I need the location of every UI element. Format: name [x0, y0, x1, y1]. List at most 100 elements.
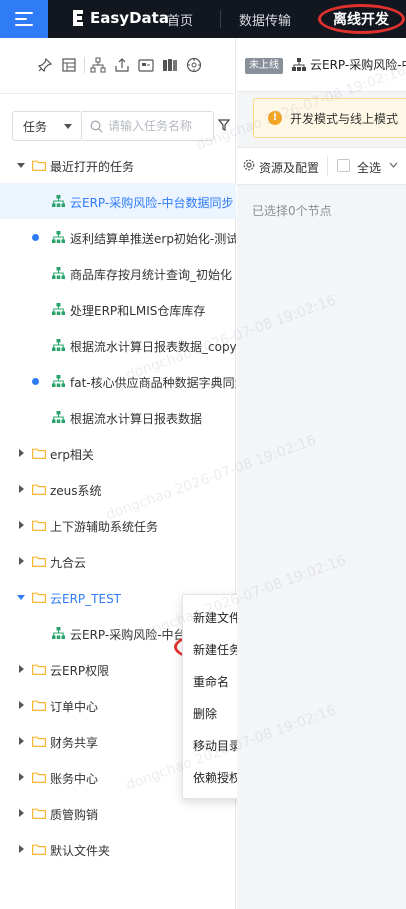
caret-right-icon[interactable]: [19, 737, 24, 745]
select-all-label[interactable]: 全选: [357, 159, 381, 176]
workflow-task-icon: [52, 339, 65, 351]
folder-icon: [32, 808, 46, 819]
task-search-input[interactable]: [108, 119, 208, 133]
tree-folder[interactable]: erp相关: [0, 435, 236, 471]
tree-item-label: 云ERP_TEST: [50, 592, 122, 606]
menu-item-move[interactable]: 移动目录: [193, 737, 241, 754]
menu-item-authorize[interactable]: 依赖授权: [193, 769, 241, 786]
caret-right-icon[interactable]: [19, 701, 24, 709]
select-all-checkbox[interactable]: [337, 159, 350, 172]
tree-folder[interactable]: 默认文件夹: [0, 831, 236, 867]
folder-icon: [32, 772, 46, 783]
notice-text: 开发模式与线上模式: [290, 112, 399, 126]
warning-icon: !: [268, 111, 282, 125]
folder-icon: [32, 700, 46, 711]
tree-item-label: 商品库存按月统计查询_初始化: [70, 268, 233, 282]
menu-item-delete[interactable]: 删除: [193, 705, 217, 722]
workflow-task-icon: [52, 231, 65, 243]
filter-type-select[interactable]: 任务: [12, 111, 82, 141]
tree-task[interactable]: 处理ERP和LMIS仓库库存: [0, 291, 236, 327]
search-icon: [90, 120, 103, 133]
easydata-logo-icon: [73, 10, 83, 26]
menu-toggle-button[interactable]: [0, 0, 48, 38]
top-bar: EasyData 首页 数据传输 离线开发: [0, 0, 406, 38]
tree-item-label: 云ERP权限: [50, 664, 110, 678]
menu-item-rename[interactable]: 重命名: [193, 673, 229, 690]
toolbar-divider: [84, 57, 85, 73]
columns-icon[interactable]: [161, 56, 179, 74]
caret-right-icon[interactable]: [19, 845, 24, 853]
folder-icon: [32, 736, 46, 747]
caret-right-icon[interactable]: [19, 485, 24, 493]
tree-item-label: zeus系统: [50, 484, 102, 498]
unsaved-dot-icon: [32, 234, 39, 241]
pin-icon[interactable]: [36, 56, 54, 74]
nav-divider: [220, 10, 221, 28]
folder-icon: [32, 160, 46, 171]
tree-task[interactable]: 商品库存按月统计查询_初始化: [0, 255, 236, 291]
caret-right-icon[interactable]: [19, 557, 24, 565]
selected-node-count: 已选择0个节点: [252, 204, 332, 218]
layout-icon[interactable]: [60, 56, 78, 74]
image-icon[interactable]: [137, 56, 155, 74]
caret-right-icon[interactable]: [19, 809, 24, 817]
resource-config-button[interactable]: 资源及配置: [259, 159, 319, 176]
tree-task[interactable]: 根据流水计算日报表数据_copy: [0, 327, 236, 363]
folder-icon: [32, 520, 46, 531]
tree-item-label: 云ERP-采购风险-中台: [70, 628, 186, 642]
hierarchy-icon[interactable]: [89, 56, 107, 74]
tree-folder[interactable]: 最近打开的任务: [0, 147, 236, 183]
tree-item-label: 云ERP-采购风险-中台数据同步: [70, 196, 234, 210]
tree-folder[interactable]: zeus系统: [0, 471, 236, 507]
gear-icon: [243, 159, 255, 171]
tree-item-label: 财务共享: [50, 736, 99, 750]
caret-down-icon[interactable]: [17, 595, 25, 600]
workflow-task-icon: [52, 411, 65, 423]
folder-icon: [32, 592, 46, 603]
tree-task[interactable]: fat-核心供应商品种数据字典同步: [0, 363, 236, 399]
folder-icon: [32, 448, 46, 459]
tree-item-label: 九合云: [50, 556, 87, 570]
tree-item-label: 订单中心: [50, 700, 99, 714]
search-box: [82, 111, 214, 141]
tree-folder[interactable]: 九合云: [0, 543, 236, 579]
status-badge: 未上线: [245, 58, 283, 74]
upload-icon[interactable]: [113, 56, 131, 74]
caret-right-icon[interactable]: [19, 773, 24, 781]
nav-offline-dev[interactable]: 离线开发: [333, 9, 389, 29]
tree-item-label: fat-核心供应商品种数据字典同步: [70, 376, 236, 390]
chevron-down-icon: [64, 124, 72, 129]
caret-right-icon[interactable]: [19, 449, 24, 457]
task-title: 云ERP-采购风险-中: [310, 58, 406, 72]
compass-icon[interactable]: [185, 56, 203, 74]
tree-task[interactable]: 返利结算单推送erp初始化-测试: [0, 219, 236, 255]
nav-home[interactable]: 首页: [167, 10, 193, 29]
tree-task[interactable]: 云ERP-采购风险-中台数据同步: [0, 183, 236, 219]
workflow-task-icon: [52, 627, 65, 639]
folder-icon: [32, 556, 46, 567]
unsaved-dot-icon: [32, 378, 39, 385]
folder-icon: [32, 664, 46, 675]
workflow-task-icon: [52, 375, 65, 387]
workflow-task-icon: [52, 303, 65, 315]
panel-divider: [0, 93, 236, 94]
tree-item-label: 根据流水计算日报表数据: [70, 412, 203, 426]
caret-right-icon[interactable]: [19, 521, 24, 529]
folder-icon: [32, 844, 46, 855]
tree-task[interactable]: 根据流水计算日报表数据: [0, 399, 236, 435]
filter-funnel-icon[interactable]: [218, 119, 230, 131]
workflow-task-icon: [52, 195, 65, 207]
caret-right-icon[interactable]: [19, 665, 24, 673]
logo-text: EasyData: [90, 9, 169, 27]
tree-folder[interactable]: 质管购销: [0, 795, 236, 831]
tree-item-label: 返利结算单推送erp初始化-测试: [70, 232, 236, 246]
tree-item-label: 上下游辅助系统任务: [50, 520, 159, 534]
chevron-down-icon[interactable]: [389, 162, 398, 168]
filter-type-value: 任务: [23, 119, 48, 134]
menu-item-new-task[interactable]: 新建任务: [193, 641, 241, 658]
tree-item-label: 默认文件夹: [50, 844, 111, 858]
caret-down-icon[interactable]: [17, 163, 25, 168]
tree-folder[interactable]: 上下游辅助系统任务: [0, 507, 236, 543]
tree-item-label: erp相关: [50, 448, 94, 462]
nav-data-transfer[interactable]: 数据传输: [239, 10, 291, 29]
